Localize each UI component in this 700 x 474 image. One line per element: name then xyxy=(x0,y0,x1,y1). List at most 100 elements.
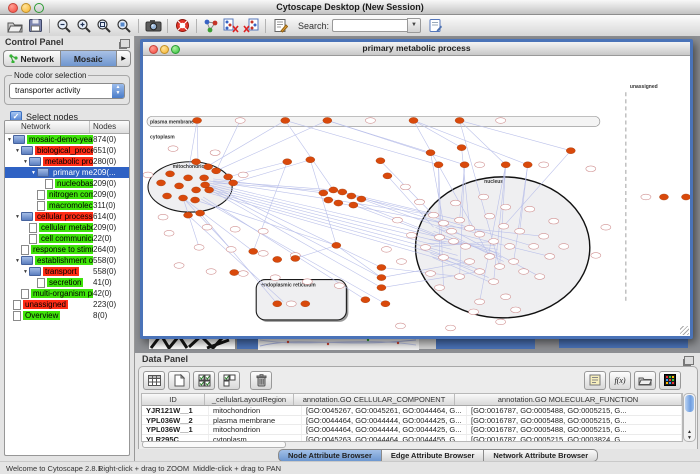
network-node-selected[interactable] xyxy=(230,270,239,276)
network-view-window[interactable]: primary metabolic process plasma membran… xyxy=(140,39,693,339)
network-node[interactable] xyxy=(495,264,505,270)
network-edge[interactable] xyxy=(285,120,333,189)
network-node-selected[interactable] xyxy=(306,157,315,163)
network-node-selected[interactable] xyxy=(192,187,201,193)
network-node[interactable] xyxy=(469,309,479,315)
network-node[interactable] xyxy=(446,325,456,331)
unselect-attributes-button[interactable] xyxy=(218,371,240,390)
network-node[interactable] xyxy=(511,307,521,313)
network-node[interactable] xyxy=(392,217,402,223)
save-session-button[interactable] xyxy=(25,17,45,35)
table-row[interactable]: YPL036W__1mitochondrion[GO:0044464, GO:0… xyxy=(142,425,682,435)
network-node-selected[interactable] xyxy=(377,285,386,291)
network-node-selected[interactable] xyxy=(273,256,282,262)
network-node[interactable] xyxy=(461,244,471,250)
network-node[interactable] xyxy=(455,274,465,280)
tree-row-secretion[interactable]: secretion41(0) xyxy=(5,277,129,288)
network-node[interactable] xyxy=(365,118,375,124)
tree-row-unassigned[interactable]: unassigned223(0) xyxy=(5,299,129,310)
network-node-selected[interactable] xyxy=(323,117,332,123)
attribute-table-button[interactable] xyxy=(143,371,165,390)
function-builder-button[interactable]: f(x) xyxy=(609,371,631,390)
close-view-icon[interactable] xyxy=(149,45,158,54)
network-node[interactable] xyxy=(226,247,236,253)
expander-icon[interactable]: ▼ xyxy=(30,170,37,176)
network-node[interactable] xyxy=(601,224,611,230)
network-node-selected[interactable] xyxy=(383,173,392,179)
network-node-selected[interactable] xyxy=(659,194,668,200)
tree-row-metabolic-process[interactable]: ▼metabolic process280(0) xyxy=(5,156,129,167)
network-node[interactable] xyxy=(258,228,268,234)
zoom-in-button[interactable] xyxy=(74,17,94,35)
tree-row-overview[interactable]: Overview8(0) xyxy=(5,310,129,321)
tree-row-cellular-process[interactable]: ▼cellular process614(0) xyxy=(5,211,129,222)
network-node[interactable] xyxy=(489,239,499,245)
network-node[interactable] xyxy=(447,228,457,234)
network-node[interactable] xyxy=(210,150,220,156)
network-node[interactable] xyxy=(586,166,596,172)
network-node-selected[interactable] xyxy=(193,117,202,123)
network-node[interactable] xyxy=(549,218,559,224)
network-node-selected[interactable] xyxy=(166,171,175,177)
network-node-selected[interactable] xyxy=(332,242,341,248)
network-node-selected[interactable] xyxy=(377,264,386,270)
network-node[interactable] xyxy=(435,285,445,291)
tree-column-nodes[interactable]: Nodes xyxy=(90,121,129,133)
snapshot-button[interactable] xyxy=(143,17,163,35)
network-node[interactable] xyxy=(158,214,168,220)
network-node[interactable] xyxy=(535,274,545,280)
network-node-selected[interactable] xyxy=(501,162,510,168)
tree-row-transport[interactable]: ▼transport558(0) xyxy=(5,266,129,277)
network-node[interactable] xyxy=(545,254,555,260)
horizontal-scrollbar[interactable] xyxy=(142,441,286,448)
network-node-selected[interactable] xyxy=(338,189,347,195)
network-node-selected[interactable] xyxy=(184,175,193,181)
network-node[interactable] xyxy=(449,239,459,245)
new-attribute-button[interactable] xyxy=(168,371,190,390)
network-node[interactable] xyxy=(525,206,535,212)
tree-row-macromolecule[interactable]: macromolecule311(0) xyxy=(5,200,129,211)
network-node[interactable] xyxy=(501,294,511,300)
network-node[interactable] xyxy=(539,233,549,239)
float-panel-icon[interactable] xyxy=(684,356,694,365)
network-node[interactable] xyxy=(400,184,410,190)
float-panel-icon[interactable] xyxy=(120,39,130,48)
network-node[interactable] xyxy=(465,259,475,265)
network-node[interactable] xyxy=(465,225,475,231)
network-node[interactable] xyxy=(230,226,240,232)
network-node-selected[interactable] xyxy=(434,162,443,168)
network-node-selected[interactable] xyxy=(381,301,390,307)
expander-icon[interactable]: ▼ xyxy=(22,159,29,165)
network-node[interactable] xyxy=(194,245,204,251)
network-edge[interactable] xyxy=(216,120,240,170)
network-node[interactable] xyxy=(235,118,245,124)
tree-row-nucleobase-[interactable]: nucleobase-209(0) xyxy=(5,178,129,189)
network-node[interactable] xyxy=(591,253,601,259)
network-node[interactable] xyxy=(479,194,489,200)
network-node[interactable] xyxy=(505,244,515,250)
network-node-selected[interactable] xyxy=(681,194,690,200)
network-node[interactable] xyxy=(451,200,461,206)
network-node-selected[interactable] xyxy=(455,117,464,123)
table-row[interactable]: YJR121W__1mitochondrion[GO:0045267, GO:0… xyxy=(142,406,682,416)
expander-icon[interactable]: ▼ xyxy=(14,258,21,264)
network-node[interactable] xyxy=(439,255,449,261)
network-node[interactable] xyxy=(164,230,174,236)
network-node[interactable] xyxy=(334,283,344,289)
network-node[interactable] xyxy=(202,224,212,230)
network-node[interactable] xyxy=(475,231,485,237)
network-node[interactable] xyxy=(559,244,569,250)
network-node[interactable] xyxy=(485,254,495,260)
network-node-selected[interactable] xyxy=(291,255,300,261)
network-node-selected[interactable] xyxy=(357,196,366,202)
column-header-annotation-go-molecular-function[interactable]: annotation.GO MOLECULAR_FUNCTION xyxy=(455,394,682,405)
scrollbar-arrows[interactable]: ▲▼ xyxy=(684,429,695,441)
network-edge[interactable] xyxy=(310,160,336,246)
expander-icon[interactable]: ▼ xyxy=(6,137,13,143)
tree-row-mosaic-demo-yeast[interactable]: ▼mosaic-demo-yeast874(0) xyxy=(5,134,129,145)
network-view-button[interactable] xyxy=(201,17,221,35)
network-node-selected[interactable] xyxy=(329,187,338,193)
network-node-selected[interactable] xyxy=(457,145,466,151)
network-edge[interactable] xyxy=(233,160,310,183)
network-node-selected[interactable] xyxy=(196,210,205,216)
